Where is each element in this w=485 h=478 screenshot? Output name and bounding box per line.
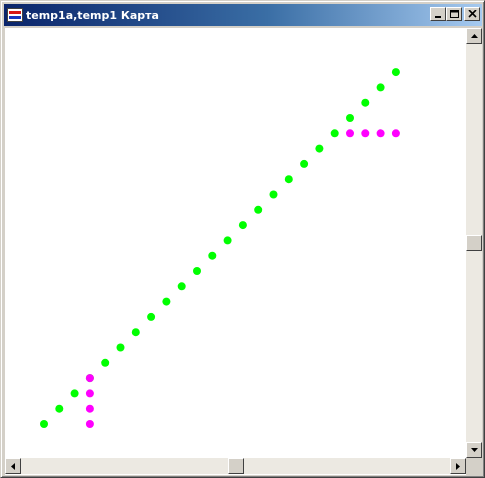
map-point-temp1[interactable]	[346, 129, 354, 138]
map-window: temp1a,temp1 Карта	[0, 0, 485, 478]
map-point-temp1a[interactable]	[208, 251, 217, 260]
map-point-temp1a[interactable]	[101, 358, 110, 367]
client-area	[5, 28, 482, 475]
minimize-icon	[435, 16, 441, 18]
arrow-down-icon	[471, 448, 478, 452]
horizontal-scroll-thumb[interactable]	[227, 458, 244, 474]
scroll-up-button[interactable]	[466, 28, 482, 44]
map-point-temp1a[interactable]	[300, 159, 309, 168]
map-point-temp1a[interactable]	[361, 98, 370, 107]
map-point-temp1a[interactable]	[346, 114, 354, 122]
title-bar[interactable]: temp1a,temp1 Карта	[4, 4, 482, 26]
map-point-temp1a[interactable]	[70, 389, 79, 398]
map-point-temp1a[interactable]	[162, 297, 171, 306]
map-point-temp1a[interactable]	[40, 420, 48, 428]
map-point-temp1a[interactable]	[391, 68, 400, 77]
map-point-temp1[interactable]	[85, 374, 94, 383]
map-point-temp1a[interactable]	[55, 404, 64, 413]
arrow-left-icon	[11, 463, 15, 470]
layer-temp1	[85, 129, 400, 428]
map-point-temp1a[interactable]	[223, 236, 232, 245]
map-point-temp1a[interactable]	[376, 83, 385, 92]
map-plot	[40, 68, 400, 428]
map-point-temp1a[interactable]	[330, 129, 339, 138]
map-point-temp1a[interactable]	[131, 328, 140, 337]
map-point-temp1[interactable]	[85, 404, 94, 413]
layer-temp1a	[40, 68, 400, 428]
map-point-temp1a[interactable]	[177, 282, 186, 291]
vertical-scrollbar[interactable]	[466, 28, 482, 458]
map-point-temp1a[interactable]	[254, 205, 263, 214]
vertical-scroll-thumb[interactable]	[466, 235, 482, 251]
maximize-button[interactable]	[446, 7, 462, 21]
map-point-temp1a[interactable]	[193, 267, 201, 275]
map-point-temp1a[interactable]	[147, 312, 156, 321]
map-point-temp1a[interactable]	[116, 343, 125, 352]
arrow-up-icon	[471, 34, 478, 38]
maximize-icon	[450, 10, 459, 18]
caption-buttons	[430, 7, 480, 21]
map-point-temp1a[interactable]	[284, 175, 293, 184]
map-point-temp1a[interactable]	[315, 144, 324, 153]
scrollbar-corner	[466, 458, 482, 475]
window-title: temp1a,temp1 Карта	[26, 8, 159, 22]
minimize-button[interactable]	[430, 7, 446, 21]
map-point-temp1a[interactable]	[269, 190, 278, 199]
arrow-right-icon	[456, 463, 460, 470]
map-point-temp1a[interactable]	[238, 221, 247, 230]
horizontal-scrollbar[interactable]	[5, 458, 466, 474]
scroll-down-button[interactable]	[466, 442, 482, 458]
map-canvas[interactable]	[5, 28, 466, 458]
map-point-temp1[interactable]	[85, 420, 94, 428]
scroll-right-button[interactable]	[450, 458, 466, 474]
map-point-temp1[interactable]	[391, 129, 400, 138]
map-window-icon[interactable]	[7, 8, 23, 22]
close-icon	[468, 10, 477, 18]
map-point-temp1[interactable]	[376, 129, 385, 138]
map-point-temp1[interactable]	[361, 129, 370, 138]
scroll-left-button[interactable]	[5, 458, 21, 474]
map-point-temp1[interactable]	[85, 389, 94, 398]
close-button[interactable]	[464, 7, 480, 21]
